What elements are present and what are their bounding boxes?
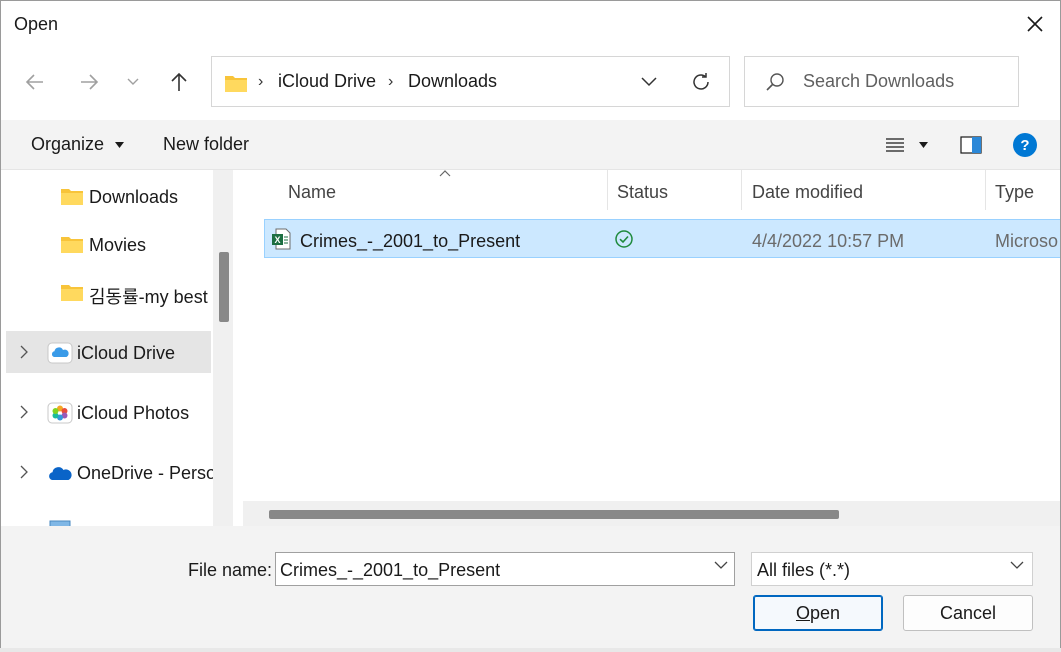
preview-pane-button[interactable] bbox=[957, 130, 985, 160]
nav-item-label: OneDrive - Perso bbox=[77, 463, 217, 483]
navigation-pane-scrollbar[interactable] bbox=[213, 170, 233, 526]
new-folder-button[interactable]: New folder bbox=[163, 134, 249, 155]
preview-pane-icon bbox=[960, 136, 982, 154]
search-icon bbox=[766, 73, 784, 91]
nav-item-label: iCloud Drive bbox=[77, 343, 176, 363]
excel-file-icon: X bbox=[272, 228, 291, 250]
file-row[interactable]: X Crimes_-_2001_to_Present 4/4/2022 10:5… bbox=[264, 219, 1060, 258]
cancel-button[interactable]: Cancel bbox=[903, 595, 1033, 631]
nav-item-label: Downloads bbox=[89, 187, 179, 207]
file-type: Microso bbox=[995, 231, 1059, 251]
navigation-pane: Downloads Movies 김동률-my best iCloud Driv… bbox=[1, 170, 233, 526]
list-view-icon bbox=[886, 138, 904, 152]
svg-text:?: ? bbox=[1020, 137, 1029, 154]
caret-down-icon bbox=[918, 142, 928, 148]
recent-locations-button[interactable] bbox=[115, 57, 151, 107]
close-button[interactable] bbox=[1013, 5, 1057, 43]
organize-button[interactable]: Organize bbox=[31, 134, 125, 155]
folder-icon bbox=[61, 285, 83, 301]
nav-item-label: Movies bbox=[89, 235, 147, 255]
synced-check-icon bbox=[615, 230, 633, 248]
arrow-up-icon bbox=[171, 72, 187, 91]
back-button[interactable] bbox=[17, 57, 53, 107]
address-history-dropdown[interactable] bbox=[636, 69, 662, 95]
organize-label: Organize bbox=[31, 134, 105, 154]
folder-icon bbox=[61, 237, 83, 253]
window-title: Open bbox=[14, 14, 59, 34]
breadcrumb-downloads[interactable]: Downloads bbox=[408, 71, 497, 92]
file-name-label: File name: bbox=[188, 560, 273, 580]
caret-down-icon bbox=[115, 142, 125, 149]
file-name-combobox[interactable]: Crimes_-_2001_to_Present bbox=[275, 552, 735, 586]
help-button[interactable]: ? bbox=[1011, 130, 1039, 160]
nav-item-icloud-photos[interactable]: iCloud Photos bbox=[6, 391, 211, 433]
nav-item-icloud-drive[interactable]: iCloud Drive bbox=[6, 331, 211, 373]
view-dropdown-button[interactable] bbox=[915, 130, 931, 160]
folder-icon bbox=[61, 189, 83, 205]
arrow-right-icon bbox=[81, 74, 99, 90]
open-file-dialog: Open › iCloud Drive › Downloads Search D… bbox=[0, 0, 1061, 652]
sort-ascending-icon bbox=[439, 170, 451, 177]
column-divider[interactable] bbox=[741, 170, 742, 210]
search-box bbox=[744, 56, 1019, 107]
file-list: Name Status Date modified Type X Crimes_… bbox=[243, 170, 1060, 526]
file-type-select[interactable]: All files (*.*) bbox=[751, 552, 1033, 586]
background-window-edge bbox=[0, 648, 1061, 652]
chevron-right-icon bbox=[20, 465, 28, 479]
column-divider[interactable] bbox=[985, 170, 986, 210]
photos-icon bbox=[47, 402, 73, 424]
nav-item-movies[interactable]: Movies bbox=[6, 223, 211, 265]
file-date-modified: 4/4/2022 10:57 PM bbox=[752, 231, 905, 251]
scrollbar-thumb[interactable] bbox=[219, 252, 229, 322]
view-options-button[interactable] bbox=[883, 130, 907, 160]
forward-button[interactable] bbox=[71, 57, 107, 107]
svg-text:X: X bbox=[274, 235, 280, 245]
search-input[interactable] bbox=[803, 71, 1003, 92]
refresh-icon bbox=[693, 73, 709, 90]
close-icon bbox=[1027, 16, 1043, 32]
dialog-footer: File name: Crimes_-_2001_to_Present All … bbox=[1, 526, 1060, 651]
nav-item-downloads[interactable]: Downloads bbox=[6, 175, 211, 217]
nav-item-onedrive[interactable]: OneDrive - Perso bbox=[6, 451, 216, 493]
chevron-right-icon: › bbox=[388, 73, 394, 90]
column-header-name[interactable]: Name bbox=[288, 182, 336, 203]
file-list-horizontal-scrollbar[interactable] bbox=[243, 501, 1060, 526]
file-name-input[interactable]: Crimes_-_2001_to_Present bbox=[280, 560, 500, 581]
nav-item-label: 김동률-my best bbox=[89, 287, 208, 307]
chevron-down-icon bbox=[641, 77, 657, 87]
nav-item-partial[interactable] bbox=[6, 511, 211, 526]
file-type-value: All files (*.*) bbox=[757, 560, 851, 580]
chevron-down-icon bbox=[127, 78, 139, 85]
nav-item-label: iCloud Photos bbox=[77, 403, 190, 423]
folder-icon bbox=[225, 76, 247, 92]
nav-item-kim-dong-ryul[interactable]: 김동률-my best bbox=[6, 271, 211, 313]
scrollbar-thumb[interactable] bbox=[269, 510, 839, 519]
help-icon: ? bbox=[1013, 133, 1037, 157]
column-header-type[interactable]: Type bbox=[995, 182, 1034, 203]
onedrive-icon bbox=[49, 467, 72, 480]
column-divider[interactable] bbox=[607, 170, 608, 210]
column-header-status[interactable]: Status bbox=[617, 182, 668, 203]
icloud-icon bbox=[47, 342, 73, 364]
address-bar[interactable]: › iCloud Drive › Downloads bbox=[211, 56, 730, 107]
column-header-date-modified[interactable]: Date modified bbox=[752, 182, 863, 203]
file-name: Crimes_-_2001_to_Present bbox=[300, 231, 521, 251]
command-bar: Organize New folder ? bbox=[1, 120, 1060, 170]
chevron-right-icon bbox=[20, 405, 28, 419]
chevron-right-icon bbox=[20, 345, 28, 359]
chevron-down-icon bbox=[1010, 561, 1024, 569]
refresh-button[interactable] bbox=[688, 69, 714, 95]
chevron-right-icon: › bbox=[258, 73, 264, 90]
open-button-label: Open bbox=[795, 602, 841, 623]
breadcrumb-icloud-drive[interactable]: iCloud Drive bbox=[278, 71, 376, 92]
open-button[interactable]: Open bbox=[753, 595, 883, 631]
chevron-down-icon[interactable] bbox=[714, 561, 728, 570]
arrow-left-icon bbox=[25, 74, 43, 90]
up-button[interactable] bbox=[161, 57, 197, 107]
title-bar: Open bbox=[1, 1, 1060, 47]
